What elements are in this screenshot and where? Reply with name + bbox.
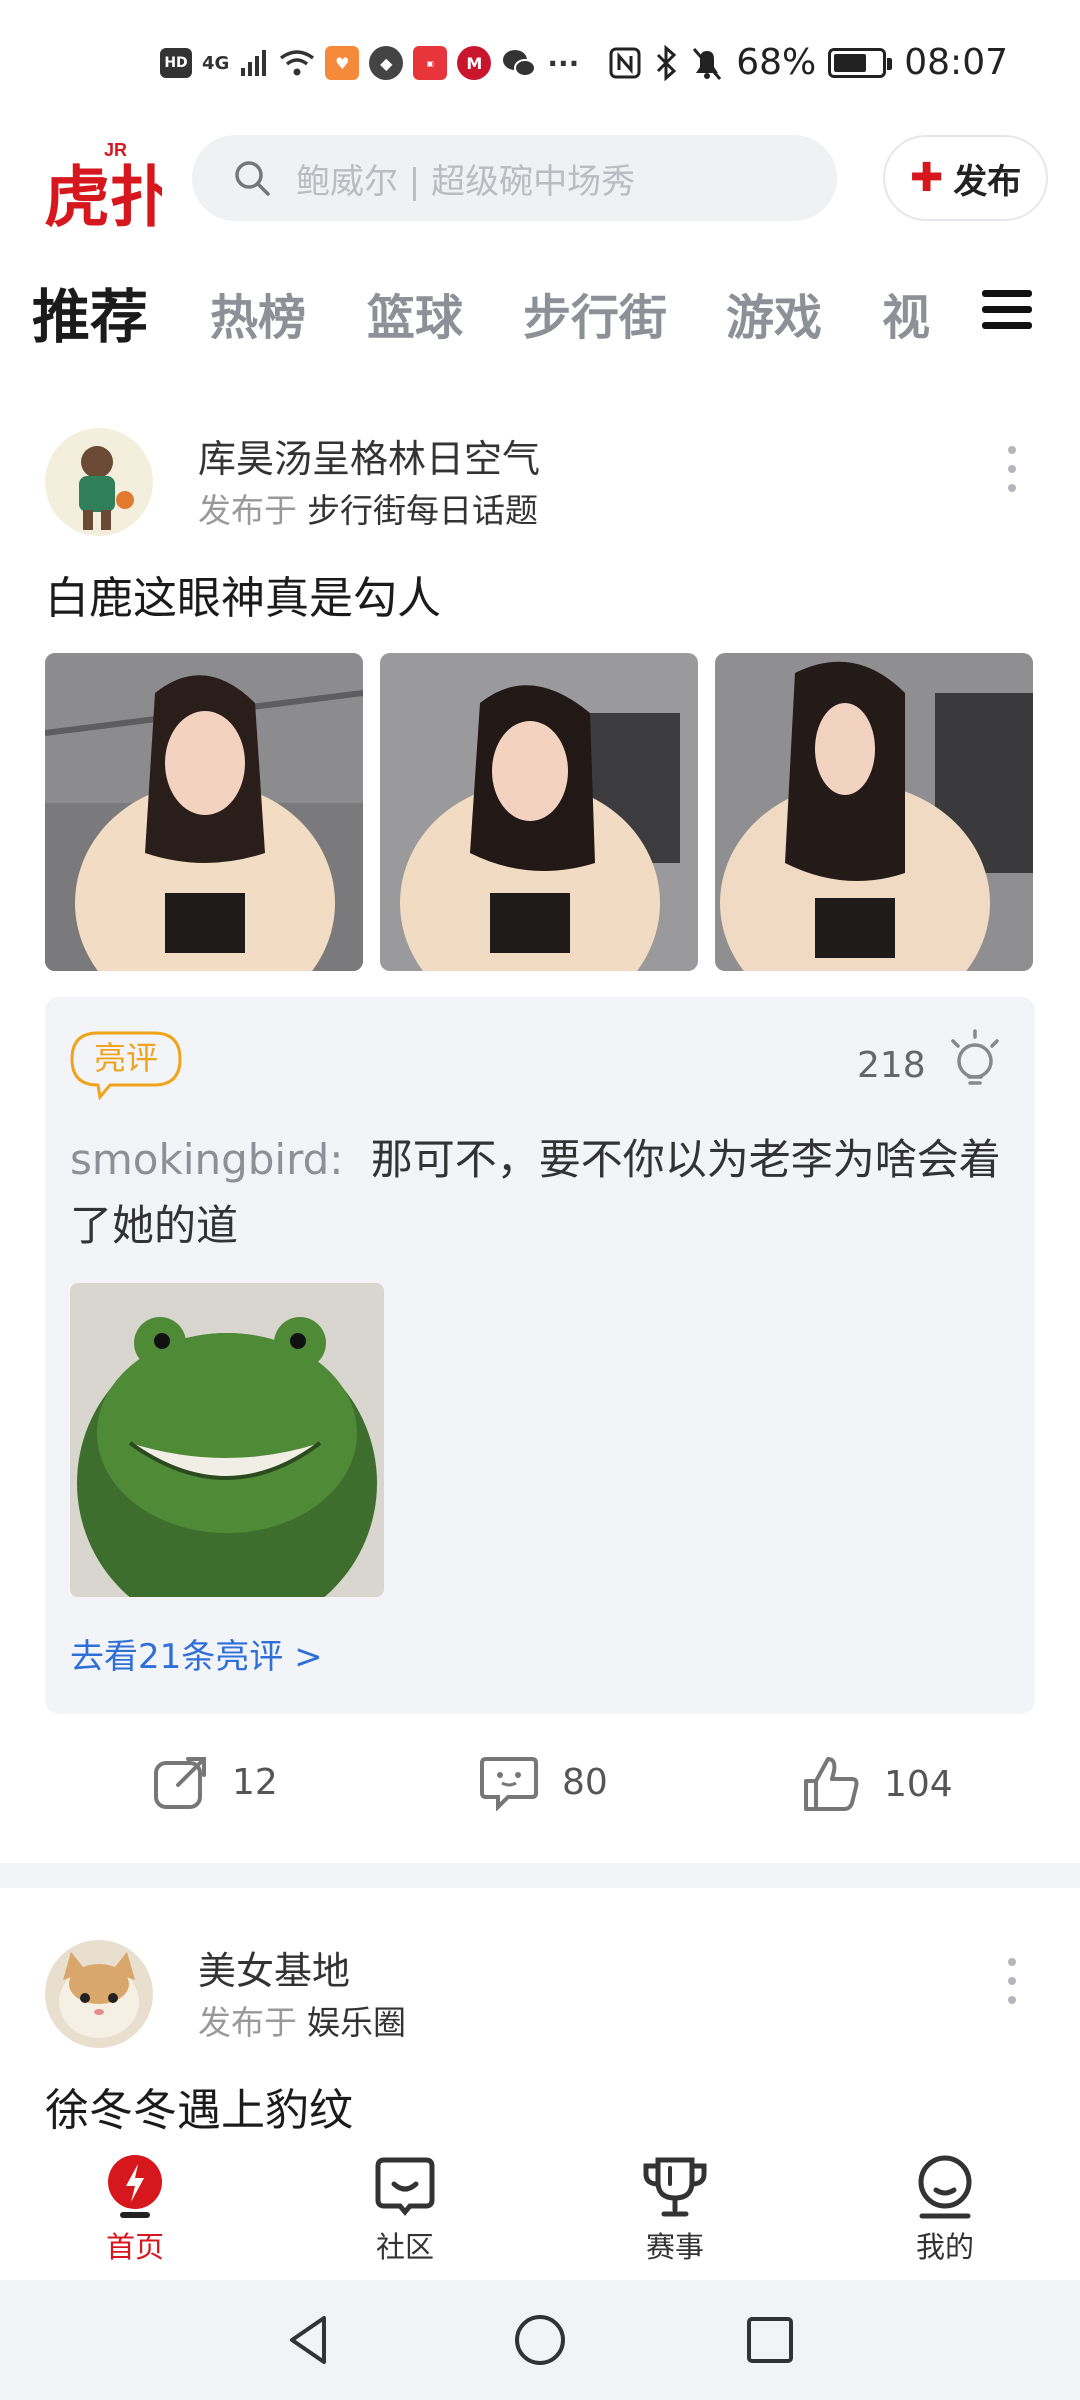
wechat-icon bbox=[503, 50, 537, 77]
clock: 08:07 bbox=[904, 42, 1008, 83]
board-link[interactable]: 娱乐圈 bbox=[307, 2003, 406, 2042]
more-notifications: ··· bbox=[547, 46, 580, 80]
publish-info: 发布于 娱乐圈 bbox=[198, 1996, 406, 2044]
system-navigation-bar bbox=[0, 2280, 1080, 2400]
author-name[interactable]: 美女基地 bbox=[198, 1940, 350, 1995]
post-title[interactable]: 白鹿这眼神真是勾人 bbox=[45, 562, 441, 626]
hupu-logo[interactable]: JR 虎扑 bbox=[44, 130, 176, 236]
post-image[interactable] bbox=[45, 653, 363, 971]
author-avatar[interactable] bbox=[45, 1940, 153, 2048]
search-icon bbox=[235, 161, 270, 196]
comment-text-block: smokingbird: 那可不，要不你以为老李为啥会着了她的道 bbox=[70, 1127, 1020, 1259]
app-header: JR 虎扑 鲍威尔 | 超级碗中场秀 ✚ 发布 bbox=[0, 130, 1080, 236]
status-bar: HD 4G ♥ ◆ ▣ M ··· 68% 08:07 bbox=[0, 0, 1080, 130]
svg-text:虎扑: 虎扑 bbox=[44, 159, 162, 230]
published-prefix: 发布于 bbox=[198, 2003, 297, 2042]
status-icons-right: 68% 08:07 bbox=[608, 42, 1008, 83]
light-count: 218 bbox=[857, 1045, 926, 1086]
published-prefix: 发布于 bbox=[198, 491, 297, 530]
avatar-image bbox=[45, 1940, 153, 2048]
home-bolt-icon bbox=[108, 2155, 162, 2218]
bluetooth-icon bbox=[657, 44, 677, 81]
svg-text:JR: JR bbox=[104, 140, 127, 160]
tab-basketball[interactable]: 篮球 bbox=[367, 278, 463, 348]
hd-icon: HD bbox=[160, 48, 192, 78]
plus-icon: ✚ bbox=[909, 155, 944, 201]
publish-button[interactable]: ✚ 发布 bbox=[883, 135, 1048, 221]
nav-home[interactable]: 首页 bbox=[75, 2154, 195, 2266]
more-options-icon[interactable] bbox=[1006, 446, 1018, 492]
huawei-store-icon: ▣ bbox=[413, 46, 448, 80]
avatar-image bbox=[45, 428, 153, 536]
like-button[interactable]: 104 bbox=[800, 1753, 953, 1815]
nav-matches-label: 赛事 bbox=[645, 2230, 704, 2264]
share-icon bbox=[154, 1757, 206, 1809]
share-button[interactable]: 12 bbox=[152, 1753, 278, 1811]
thumb-up-icon bbox=[804, 1757, 859, 1811]
recent-apps-icon[interactable] bbox=[740, 2310, 800, 2370]
battery-level bbox=[834, 53, 866, 72]
reply-button[interactable]: 80 bbox=[478, 1753, 608, 1811]
nav-community[interactable]: 社区 bbox=[345, 2154, 465, 2266]
nav-matches[interactable]: 赛事 bbox=[615, 2154, 735, 2266]
post-title[interactable]: 徐冬冬遇上豹纹 bbox=[45, 2074, 353, 2138]
search-placeholder: 鲍威尔 | 超级碗中场秀 bbox=[296, 161, 636, 202]
tab-video[interactable]: 视 bbox=[882, 278, 930, 348]
author-avatar[interactable] bbox=[45, 428, 153, 536]
battery-percent: 68% bbox=[736, 42, 817, 83]
reply-icon bbox=[480, 1757, 538, 1811]
app-notification-icon: ◆ bbox=[369, 46, 404, 80]
tab-pedestrian-street[interactable]: 步行街 bbox=[523, 278, 667, 348]
bank-app-icon: M bbox=[457, 46, 492, 80]
comment-image[interactable] bbox=[70, 1283, 384, 1597]
author-name[interactable]: 库昊汤呈格林日空气 bbox=[198, 428, 540, 483]
post-divider bbox=[0, 1863, 1080, 1888]
search-bar[interactable]: 鲍威尔 | 超级碗中场秀 bbox=[192, 135, 837, 221]
publish-info: 发布于 步行街每日话题 bbox=[198, 484, 538, 532]
health-app-icon: ♥ bbox=[325, 46, 360, 80]
nav-community-label: 社区 bbox=[375, 2230, 434, 2264]
share-count: 12 bbox=[232, 1761, 278, 1803]
board-link[interactable]: 步行街每日话题 bbox=[307, 491, 538, 530]
more-options-icon[interactable] bbox=[1006, 1958, 1018, 2004]
status-icons-left: HD 4G ♥ ◆ ▣ M ··· bbox=[160, 46, 579, 80]
network-type-label: 4G bbox=[202, 52, 230, 74]
bottom-navigation: 首页 社区 赛事 我的 bbox=[0, 2140, 1080, 2280]
nav-profile[interactable]: 我的 bbox=[885, 2154, 1005, 2266]
like-count: 104 bbox=[884, 1763, 953, 1805]
light-badge-label: 亮评 bbox=[93, 1039, 158, 1077]
wifi-icon bbox=[280, 50, 315, 76]
tab-games[interactable]: 游戏 bbox=[726, 278, 822, 348]
home-circle-icon[interactable] bbox=[510, 2310, 570, 2370]
post-image[interactable] bbox=[380, 653, 698, 971]
more-comments-link[interactable]: 去看21条亮评 > bbox=[70, 1629, 323, 1678]
lightbulb-icon[interactable] bbox=[945, 1027, 1005, 1091]
battery-icon bbox=[828, 47, 893, 78]
hupu-logo-mark: JR 虎扑 bbox=[44, 140, 176, 236]
channel-menu-icon[interactable] bbox=[982, 290, 1032, 330]
nav-profile-label: 我的 bbox=[915, 2230, 974, 2264]
channel-tabs: 推荐 热榜 篮球 步行街 游戏 视 bbox=[0, 260, 1080, 360]
light-comment-badge: 亮评 bbox=[70, 1031, 182, 1101]
tab-hot-list[interactable]: 热榜 bbox=[210, 278, 306, 348]
post-actions: 12 80 104 bbox=[0, 1753, 1080, 1823]
community-chat-icon bbox=[375, 2157, 435, 2216]
post-image[interactable] bbox=[715, 653, 1033, 971]
trophy-icon bbox=[643, 2157, 707, 2217]
highlight-comment-box[interactable]: 亮评 218 smokingbird: 那可不，要不你以为老李为啥会着了她的道 … bbox=[45, 997, 1035, 1714]
reply-count: 80 bbox=[562, 1761, 608, 1803]
tab-recommend[interactable]: 推荐 bbox=[32, 270, 148, 354]
back-icon[interactable] bbox=[280, 2310, 340, 2370]
post-images bbox=[45, 653, 1033, 971]
cell-signal-icon bbox=[241, 50, 267, 76]
profile-icon bbox=[918, 2155, 972, 2219]
comment-username[interactable]: smokingbird: bbox=[70, 1135, 343, 1184]
mute-bell-icon bbox=[693, 47, 722, 80]
nav-home-label: 首页 bbox=[105, 2230, 164, 2264]
nfc-icon bbox=[609, 47, 641, 78]
publish-label: 发布 bbox=[953, 161, 1022, 202]
